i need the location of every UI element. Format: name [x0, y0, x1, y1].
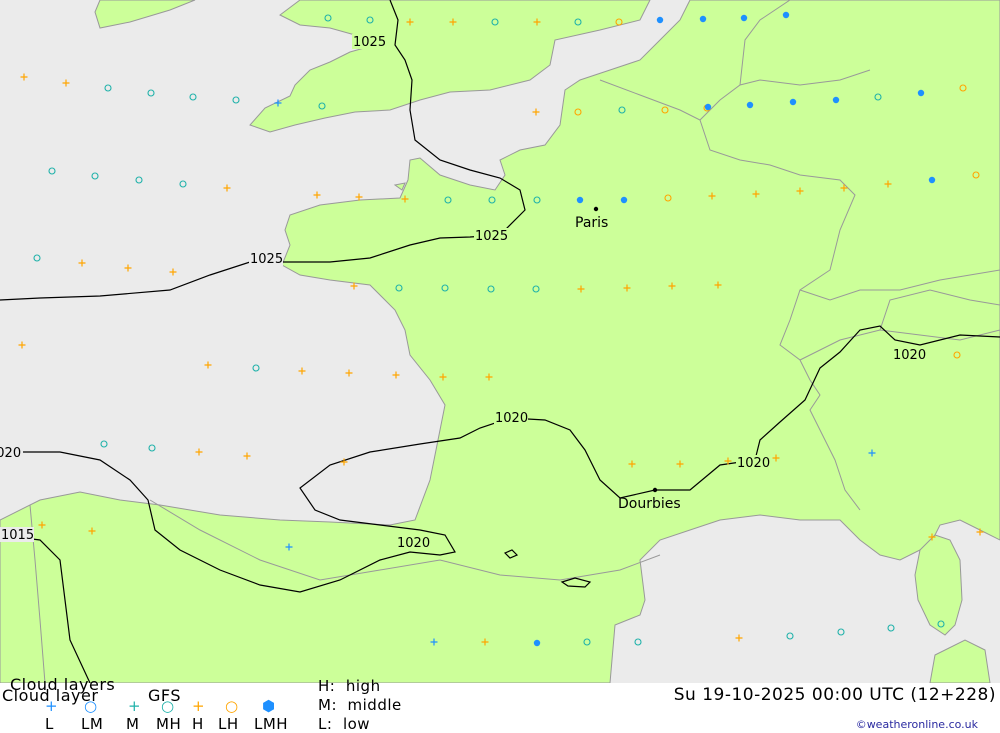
cloud-symbol-lmh	[740, 14, 748, 22]
cloud-symbol-lmh	[789, 98, 797, 106]
isobar-label: 1020	[495, 411, 528, 426]
isobar-label: 1020	[893, 348, 926, 363]
cloud-symbol-lmh	[746, 101, 754, 109]
cloud-symbol-lmh	[928, 176, 936, 184]
level-high: H: high	[318, 677, 381, 695]
cloud-symbol-lmh	[917, 89, 925, 97]
cloud-symbol-lmh	[656, 16, 664, 24]
legend-label-lm: LM	[81, 715, 104, 733]
legend-symbol-low-middle: ○	[84, 697, 98, 715]
level-low: L: low	[318, 715, 371, 733]
cloud-symbol-lmh	[782, 11, 790, 19]
isobar-label: 1025	[250, 252, 283, 267]
level-middle: M: middle	[318, 696, 402, 714]
forecast-datetime: Su 19-10-2025 00:00 UTC (12+228)	[673, 685, 996, 705]
isobar-label: 1025	[475, 229, 508, 244]
legend-label-lh: LH	[218, 715, 239, 733]
cloud-symbol-lmh	[832, 96, 840, 104]
legend-label-m: M	[126, 715, 140, 733]
cloud-symbol-lmh	[620, 196, 628, 204]
legend-label-l: L	[45, 715, 54, 733]
city-label-dourbies: Dourbies	[618, 496, 681, 512]
isobar-label: 1020	[737, 456, 770, 471]
legend-symbol-low: +	[45, 697, 58, 715]
legend-symbol-middle: +	[128, 697, 141, 715]
legend-symbol-middle-high: ○	[161, 697, 175, 715]
weather-map: 1025 1025 1025 1020 1020 1020 1020 1020 …	[0, 0, 1000, 683]
city-marker-dourbies	[652, 487, 658, 493]
legend-bar: Cloud layers Cloud layer GFS + ○ + ○ + ○…	[0, 675, 1000, 733]
cloud-symbol-lmh	[576, 196, 584, 204]
isobar-label: 1020	[397, 536, 430, 551]
legend-symbol-high: +	[192, 697, 205, 715]
legend-label-lmh: LMH	[254, 715, 289, 733]
legend-label-h: H	[192, 715, 204, 733]
credit-link[interactable]: ©weatheronline.co.uk	[856, 718, 978, 731]
isobar-label: 1015	[1, 528, 34, 543]
isobar-label: 1020	[0, 446, 21, 461]
city-label-paris: Paris	[575, 215, 608, 231]
legend-symbol-low-middle-high: ⬢	[262, 697, 276, 715]
legend-label-mh: MH	[156, 715, 182, 733]
isobar-label: 1025	[353, 35, 386, 50]
cloud-symbol-lmh	[533, 639, 541, 647]
cloud-symbol-lmh	[699, 15, 707, 23]
legend-symbol-low-high: ○	[225, 697, 239, 715]
cloud-symbol-lmh	[704, 103, 712, 111]
city-marker-paris	[593, 206, 599, 212]
